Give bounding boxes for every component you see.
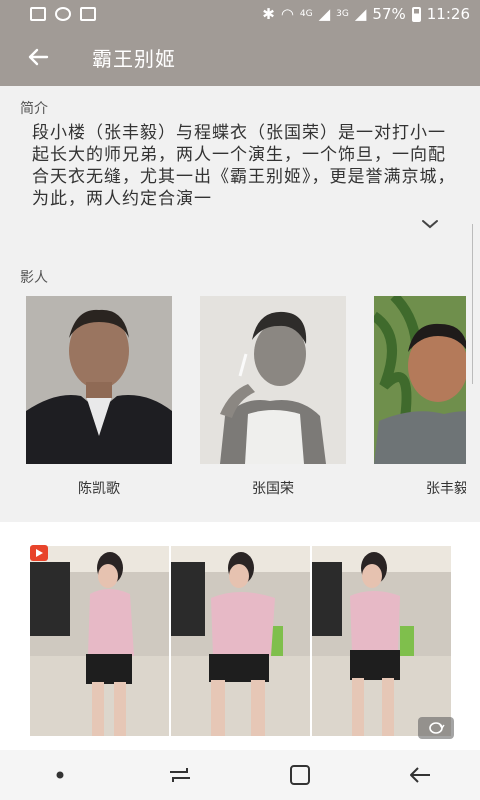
home-square-icon <box>290 765 310 785</box>
wifi-icon: ◠ <box>280 5 294 23</box>
back-button[interactable] <box>14 33 62 81</box>
message-notification-icon <box>80 7 96 21</box>
video-card[interactable] <box>0 522 480 750</box>
nav-dot-button[interactable] <box>30 755 90 795</box>
app-bar: 霸王别姬 <box>0 28 480 86</box>
scroll-indicator <box>472 224 478 384</box>
cast-list: 陈凯歌 张国荣 张丰毅 <box>26 296 466 506</box>
signal-icon-2: ◢ <box>354 5 367 23</box>
rotate-button[interactable] <box>418 717 454 739</box>
system-nav-bar <box>0 750 480 800</box>
video-frame <box>312 546 451 736</box>
clock: 11:26 <box>426 5 470 23</box>
cast-item[interactable]: 张丰毅 <box>374 296 466 498</box>
video-frame <box>171 546 310 736</box>
cast-name: 张国荣 <box>252 481 294 497</box>
recent-apps-button[interactable] <box>150 755 210 795</box>
back-arrow-icon <box>410 767 430 783</box>
bluetooth-icon: ✱ <box>262 5 275 23</box>
intro-text: 段小楼（张丰毅）与程蝶衣（张国荣）是一对打小一起长大的师兄弟，两人一个演生，一个… <box>32 123 456 209</box>
account-notification-icon <box>55 7 71 21</box>
nav-back-button[interactable] <box>390 755 450 795</box>
play-icon <box>36 549 43 557</box>
cast-item[interactable]: 张国荣 <box>200 296 346 498</box>
arrow-left-icon <box>28 48 49 66</box>
cast-name: 张丰毅 <box>426 481 466 497</box>
home-button[interactable] <box>270 755 330 795</box>
expand-button[interactable] <box>418 216 442 232</box>
video-frame <box>30 546 169 736</box>
battery-icon <box>411 6 421 22</box>
video-play-badge <box>30 545 48 561</box>
image-notification-icon <box>30 7 46 21</box>
cast-label: 影人 <box>20 270 48 286</box>
cast-item[interactable]: 陈凯歌 <box>26 296 172 498</box>
page-title: 霸王别姬 <box>92 46 176 71</box>
rotate-icon <box>429 722 445 734</box>
cast-photo <box>374 296 466 464</box>
intro-label: 简介 <box>20 101 48 117</box>
battery-percent: 57% <box>372 5 406 23</box>
cast-photo <box>26 296 172 464</box>
cast-name: 陈凯歌 <box>78 481 120 497</box>
cast-photo <box>200 296 346 464</box>
network-type-a: 4G <box>299 9 313 19</box>
status-bar: ✱ ◠ 4G ◢ 3G ◢ 57% 11:26 <box>0 0 480 28</box>
recent-apps-icon <box>170 768 190 782</box>
chevron-down-icon <box>422 220 438 229</box>
network-type-b: 3G <box>336 9 349 19</box>
intro-section: 简介 段小楼（张丰毅）与程蝶衣（张国荣）是一对打小一起长大的师兄弟，两人一个演生… <box>0 86 480 229</box>
dot-icon <box>56 771 64 779</box>
signal-icon: ◢ <box>318 5 331 23</box>
